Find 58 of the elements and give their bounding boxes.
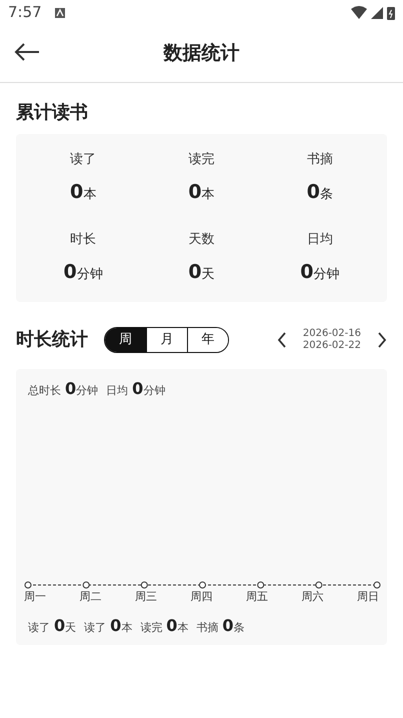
stat-value: 0: [54, 616, 66, 634]
status-time: 7:57: [8, 2, 42, 24]
stat-unit: 本: [202, 186, 215, 202]
day-label: 周二: [80, 589, 102, 605]
stat-label: 读完: [140, 620, 162, 634]
back-icon[interactable]: [14, 43, 40, 61]
stat-unit: 本: [177, 620, 188, 634]
stat-label: 总时长: [28, 384, 61, 397]
stat-value: 0: [188, 260, 202, 282]
stat-value: 0: [70, 180, 84, 202]
day-label: 周三: [135, 589, 157, 605]
day-label: 周一: [24, 589, 46, 605]
day-label: 周四: [190, 589, 212, 605]
stat-unit: 本: [83, 186, 96, 202]
stat-value: 0: [188, 180, 202, 202]
section-title: 时长统计: [16, 328, 88, 352]
stat-unit: 天: [65, 620, 76, 634]
battery-icon: [387, 6, 395, 20]
wifi-icon: [351, 6, 367, 19]
section-title: 累计读书: [16, 101, 89, 125]
stat-label: 读了: [84, 620, 106, 634]
stat-value: 0: [65, 379, 76, 398]
stat-value: 0: [110, 616, 122, 634]
day-label: 周五: [246, 589, 268, 605]
signal-icon: [371, 6, 383, 18]
stat-label: 读了: [69, 151, 98, 169]
date-start: 2026-02-16: [302, 328, 361, 340]
stat-unit: 分钟: [313, 266, 340, 282]
stat-label: 书摘: [196, 620, 218, 634]
stat-value: 0: [166, 616, 178, 634]
stat-unit: 条: [234, 620, 245, 634]
stat-unit: 分钟: [76, 384, 98, 397]
stat-unit: 天: [202, 266, 215, 282]
period-tab[interactable]: 周: [105, 328, 146, 352]
page-title: 数据统计: [164, 41, 240, 66]
day-label: 周日: [357, 589, 379, 605]
stat-unit: 分钟: [76, 266, 103, 282]
stat-unit: 本: [121, 620, 132, 634]
stat-unit: 分钟: [143, 384, 166, 397]
period-tab[interactable]: 年: [187, 328, 228, 352]
stat-value: 0: [222, 616, 234, 634]
date-end: 2026-02-22: [302, 340, 361, 352]
stat-value: 0: [132, 379, 144, 398]
stat-unit: 条: [320, 186, 333, 202]
stat-label: 日均: [306, 231, 334, 249]
stat-value: 0: [300, 260, 314, 282]
stat-label: 天数: [187, 231, 216, 249]
stat-label: 读了: [28, 620, 50, 634]
stat-value: 0: [64, 260, 77, 282]
stat-label: 时长: [69, 231, 98, 249]
notification-icon: [54, 6, 66, 18]
stat-label: 日均: [106, 384, 128, 397]
day-label: 周六: [302, 589, 324, 605]
stat-label: 读完: [187, 151, 216, 169]
next-icon[interactable]: [377, 332, 387, 348]
stat-label: 书摘: [306, 151, 334, 169]
stat-value: 0: [306, 180, 320, 202]
previous-icon[interactable]: [276, 332, 287, 348]
